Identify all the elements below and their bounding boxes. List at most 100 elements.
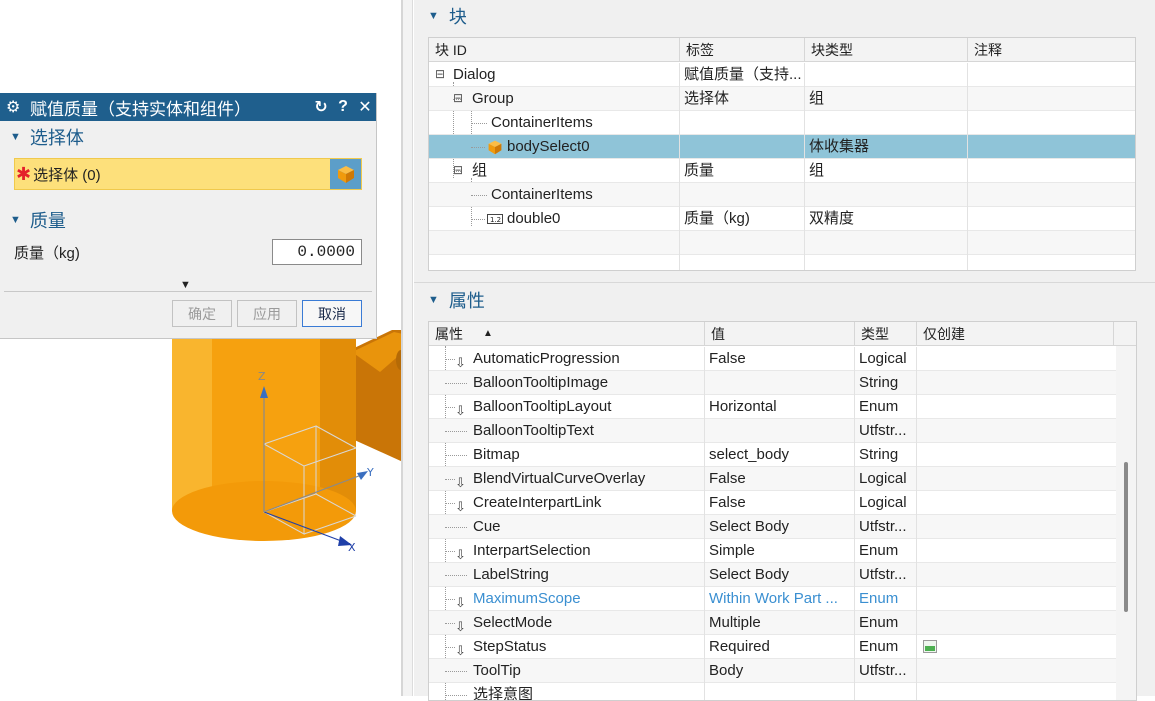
splitter-bar[interactable] [403, 0, 413, 696]
property-row[interactable]: ToolTip Body Utfstr... [429, 659, 1118, 683]
cancel-button[interactable]: 取消 [302, 300, 362, 327]
create-only-cell[interactable] [917, 635, 1114, 659]
property-value[interactable]: Within Work Part ... [705, 587, 855, 611]
table-row[interactable]: ContainerItems [429, 183, 1135, 207]
column-header-type[interactable]: 类型 [855, 322, 917, 346]
gear-icon[interactable]: ⚙ [6, 97, 24, 117]
property-row[interactable]: ⇩ StepStatus Required Enum [429, 635, 1118, 659]
create-only-cell[interactable] [917, 683, 1114, 700]
table-row[interactable]: ContainerItems [429, 111, 1135, 135]
column-header-label[interactable]: 标签 [680, 38, 805, 62]
create-only-cell[interactable] [917, 467, 1114, 491]
property-value[interactable]: Multiple [705, 611, 855, 635]
create-only-cell[interactable] [917, 419, 1114, 443]
table-row[interactable]: ⊟ 组 质量 组 [429, 159, 1135, 183]
close-icon[interactable]: ✕ [354, 97, 376, 117]
create-only-cell[interactable] [917, 563, 1114, 587]
table-row[interactable]: ⊟ Dialog 赋值质量（支持... [429, 63, 1135, 87]
divider [4, 291, 372, 292]
collapse-icon[interactable]: ⊟ [453, 164, 463, 176]
property-row[interactable]: ⇩ MaximumScope Within Work Part ... Enum [429, 587, 1118, 611]
property-name: BalloonTooltipText [473, 422, 594, 439]
create-only-cell[interactable] [917, 539, 1114, 563]
property-type: Utfstr... [855, 563, 917, 587]
collapse-icon[interactable]: ⊟ [453, 92, 463, 104]
property-row[interactable]: ⇩ InterpartSelection Simple Enum [429, 539, 1118, 563]
section-select-body-header[interactable]: ▼ 选择体 [0, 121, 376, 153]
property-value[interactable]: Body [705, 659, 855, 683]
reset-icon[interactable]: ↻ [310, 97, 332, 117]
create-only-cell[interactable] [917, 659, 1114, 683]
x-axis-label: X [348, 541, 356, 554]
apply-button[interactable]: 应用 [237, 300, 297, 327]
property-name: 选择意图 [473, 686, 534, 701]
property-table-header: 属性 ▲ 值 类型 仅创建 [429, 322, 1136, 346]
property-type: Enum [855, 539, 917, 563]
help-icon[interactable]: ? [332, 98, 354, 116]
property-value[interactable]: False [705, 467, 855, 491]
property-row[interactable]: Cue Select Body Utfstr... [429, 515, 1118, 539]
mass-row: 质量（kg) 0.0000 [14, 239, 362, 265]
property-value[interactable]: Horizontal [705, 395, 855, 419]
dialog-titlebar: ⚙ 赋值质量（支持实体和组件） ↻ ? ✕ [0, 93, 376, 121]
create-only-cell[interactable] [917, 371, 1114, 395]
create-only-cell[interactable] [917, 395, 1114, 419]
vertical-scrollbar[interactable] [1116, 346, 1136, 700]
cube-icon [337, 166, 354, 183]
property-value[interactable]: Select Body [705, 515, 855, 539]
property-row[interactable]: 选择意图 [429, 683, 1118, 701]
block-section-header[interactable]: ▼ 块 [428, 4, 467, 28]
table-row[interactable]: 1.2 double0 质量（kg) 双精度 [429, 207, 1135, 231]
select-body-button[interactable] [330, 159, 361, 189]
property-row[interactable]: BalloonTooltipImage String [429, 371, 1118, 395]
property-name: StepStatus [473, 638, 547, 655]
empty-row [429, 231, 1135, 255]
property-name: LabelString [473, 566, 549, 583]
table-row-selected[interactable]: bodySelect0 体收集器 [429, 135, 1135, 159]
table-row[interactable]: ⊟ Group 选择体 组 [429, 87, 1135, 111]
column-header-value[interactable]: 值 [705, 322, 855, 346]
property-row[interactable]: ⇩ CreateInterpartLink False Logical [429, 491, 1118, 515]
property-row[interactable]: LabelString Select Body Utfstr... [429, 563, 1118, 587]
create-only-cell[interactable] [917, 443, 1114, 467]
column-header-block-id[interactable]: 块 ID [429, 38, 680, 62]
property-section-header[interactable]: ▼ 属性 [428, 288, 485, 312]
create-only-cell[interactable] [917, 515, 1114, 539]
more-options-chevron-icon[interactable]: ▼ [180, 279, 191, 291]
create-only-cell[interactable] [917, 347, 1114, 371]
column-header-block-type[interactable]: 块类型 [805, 38, 968, 62]
property-row[interactable]: Bitmap select_body String [429, 443, 1118, 467]
create-only-cell[interactable] [917, 587, 1114, 611]
scrollbar-thumb[interactable] [1124, 462, 1128, 612]
mass-input[interactable]: 0.0000 [272, 239, 362, 265]
property-row[interactable]: BalloonTooltipText Utfstr... [429, 419, 1118, 443]
property-value[interactable]: Required [705, 635, 855, 659]
dialog-title: 赋值质量（支持实体和组件） [30, 99, 251, 119]
sort-ascending-icon: ▲ [483, 328, 493, 339]
property-value[interactable]: select_body [705, 443, 855, 467]
create-only-cell[interactable] [917, 491, 1114, 515]
property-value[interactable]: Simple [705, 539, 855, 563]
property-name: BalloonTooltipImage [473, 374, 609, 391]
create-only-cell[interactable] [917, 611, 1114, 635]
property-value[interactable] [705, 683, 855, 700]
property-value[interactable] [705, 419, 855, 443]
column-header-comment[interactable]: 注释 [968, 38, 1135, 62]
column-header-property[interactable]: 属性 ▲ [429, 322, 705, 346]
block-section-title: 块 [448, 7, 467, 27]
property-type: Utfstr... [855, 659, 917, 683]
property-value[interactable]: Select Body [705, 563, 855, 587]
section-mass-header[interactable]: ▼ 质量 [0, 204, 66, 236]
column-header-create-only[interactable]: 仅创建 [917, 322, 1114, 346]
property-value[interactable]: False [705, 491, 855, 515]
ok-button[interactable]: 确定 [172, 300, 232, 327]
property-value[interactable] [705, 371, 855, 395]
property-row[interactable]: ⇩ SelectMode Multiple Enum [429, 611, 1118, 635]
property-row[interactable]: ⇩ BlendVirtualCurveOverlay False Logical [429, 467, 1118, 491]
section-title: 选择体 [29, 128, 84, 148]
property-value[interactable]: False [705, 347, 855, 371]
collapse-icon[interactable]: ⊟ [435, 68, 445, 80]
property-row[interactable]: ⇩ AutomaticProgression False Logical [429, 347, 1118, 371]
select-body-row[interactable]: ✱ 选择体 (0) [14, 158, 362, 190]
property-row[interactable]: ⇩ BalloonTooltipLayout Horizontal Enum [429, 395, 1118, 419]
